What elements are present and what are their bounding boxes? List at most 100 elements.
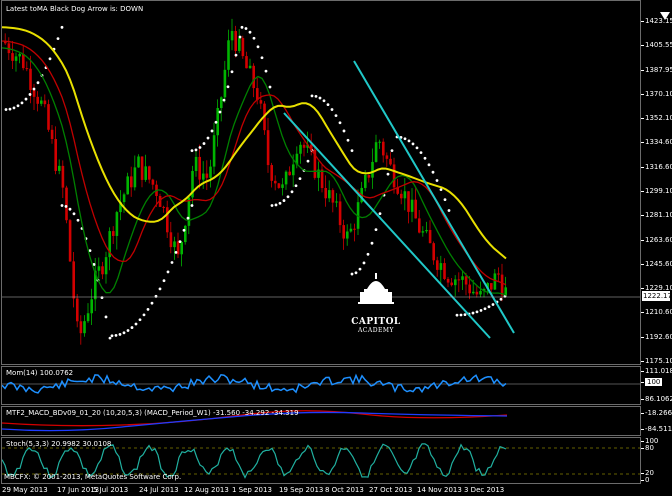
candle-body: [270, 165, 273, 181]
capitol-academy-logo: CAPITOL ACADEMY: [344, 317, 408, 334]
candle-body: [115, 212, 119, 236]
sar-dot: [130, 326, 134, 329]
sar-dot: [286, 195, 290, 199]
candle-body: [166, 207, 169, 233]
candle-body: [277, 183, 281, 188]
macd-pane[interactable]: MTF2_MACD_BDv09_01_20 (10,20,5,3) (MACD_…: [1, 406, 641, 436]
logo-line-2: ACADEMY: [357, 327, 395, 334]
candle-body: [140, 156, 144, 180]
candle-body: [421, 231, 425, 233]
sar-dot: [226, 85, 230, 89]
candle-body: [461, 276, 464, 280]
candle-body: [274, 180, 277, 184]
macd-axis: -18.266 -84.511: [640, 406, 672, 436]
candle-body: [234, 30, 237, 51]
price-tick: 1192.60: [641, 332, 672, 341]
candle-body: [299, 144, 302, 154]
candle-body: [364, 174, 367, 188]
sar-dot: [138, 318, 142, 322]
time-label: 1 Sep 2013: [232, 486, 272, 494]
macd-tick: -18.266: [640, 409, 672, 417]
candle-body: [25, 68, 29, 70]
current-price-tag: 1222.17: [642, 291, 672, 301]
candle-body: [180, 242, 183, 255]
candle-body: [328, 190, 331, 199]
sar-dot: [264, 69, 268, 73]
sar-dot: [12, 106, 16, 110]
sar-dot: [100, 296, 104, 300]
candle-body: [194, 156, 198, 171]
candle-body: [29, 68, 32, 90]
candle-body: [475, 291, 479, 295]
sar-dot: [32, 87, 36, 91]
candle-body: [133, 167, 137, 188]
sar-dot: [294, 184, 298, 188]
price-pane[interactable]: Latest toMA Black Dog Arrow is: DOWN CAP…: [1, 0, 641, 365]
candle-body: [378, 141, 381, 143]
candle-body: [18, 53, 21, 57]
candle-body: [252, 65, 255, 89]
sar-dot: [435, 179, 439, 182]
candle-body: [450, 282, 453, 286]
macd-tick: -84.511: [640, 425, 672, 433]
candle-body: [493, 273, 497, 290]
candle-body: [68, 220, 72, 262]
sar-dot: [423, 156, 427, 160]
time-label: 29 May 2013: [2, 486, 48, 494]
sar-dot: [282, 199, 286, 202]
sar-dot: [499, 297, 503, 301]
candle-body: [36, 96, 39, 104]
candle-body: [112, 231, 115, 236]
candle-body: [324, 188, 327, 199]
sar-dot: [471, 311, 475, 315]
candle-body: [58, 165, 61, 171]
candle-body: [137, 156, 140, 168]
candle-body: [122, 194, 126, 203]
sar-dot: [370, 241, 374, 245]
sar-dot: [268, 85, 272, 89]
candle-body: [468, 284, 471, 294]
candle-body: [148, 166, 151, 180]
sar-dot: [491, 303, 495, 306]
candle-body: [220, 97, 223, 109]
sar-dot: [252, 36, 256, 40]
candle-body: [227, 40, 230, 70]
momentum-tick: 100: [640, 378, 663, 386]
sar-dot: [206, 136, 210, 140]
candle-body: [446, 278, 450, 283]
candle-body: [212, 135, 216, 167]
candle-body: [382, 141, 385, 156]
candle-body: [292, 164, 295, 176]
sar-dot: [234, 53, 238, 57]
candle-body: [202, 173, 205, 180]
candle-body: [11, 53, 14, 61]
sar-dot: [48, 57, 52, 61]
sar-dot: [354, 271, 358, 275]
momentum-pane[interactable]: Mom(14) 100.0762: [1, 366, 641, 405]
time-label: 3 Dec 2013: [464, 486, 505, 494]
price-tick: 1245.60: [641, 259, 672, 268]
sar-dot: [194, 148, 198, 152]
sar-dot: [318, 96, 322, 100]
candle-body: [403, 191, 407, 199]
candle-body: [198, 156, 201, 180]
candle-body: [14, 56, 18, 61]
price-tick: 1299.10: [641, 187, 672, 195]
sar-dot: [338, 121, 342, 125]
price-tick: 1370.10: [641, 89, 672, 98]
price-tick: 1316.60: [641, 162, 672, 171]
sar-dot: [274, 203, 278, 207]
sar-dot: [244, 27, 248, 30]
candle-body: [407, 191, 410, 212]
sar-dot: [350, 149, 354, 153]
candle-body: [367, 174, 371, 178]
sar-dot: [403, 137, 407, 141]
logo-line-1: CAPITOL: [351, 317, 401, 327]
candle-body: [76, 298, 79, 322]
candle-body: [439, 263, 443, 270]
candle-body: [479, 291, 482, 295]
sar-dot: [346, 138, 350, 142]
price-tick: 1387.95: [641, 65, 672, 74]
candle-body: [259, 100, 263, 104]
candle-body: [302, 144, 306, 148]
